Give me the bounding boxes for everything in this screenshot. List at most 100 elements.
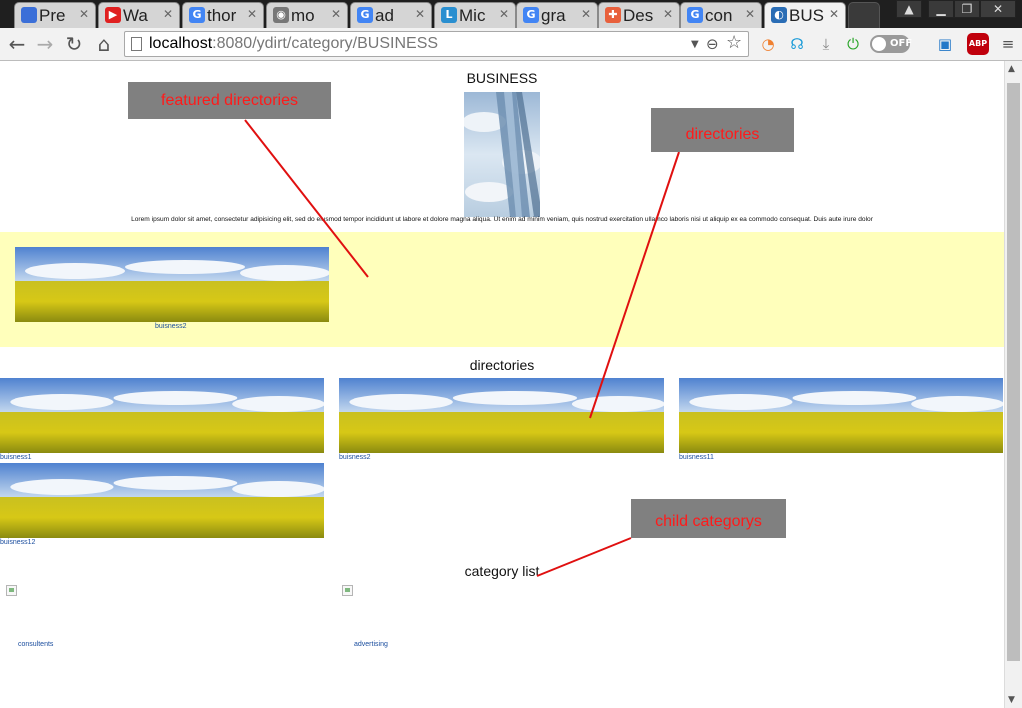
tab-favicon-icon: ✚ xyxy=(605,7,621,23)
menu-icon[interactable]: ≡ xyxy=(997,33,1019,55)
browser-tab[interactable]: L Mic ✕ xyxy=(434,2,516,28)
tab-favicon-icon: G xyxy=(687,7,703,23)
annotation-directories: directories xyxy=(651,108,794,152)
restore-button[interactable]: ❐ xyxy=(954,0,980,18)
tab-favicon-icon: ◐ xyxy=(771,7,787,23)
extension-window-icon[interactable]: ▣ xyxy=(934,33,956,55)
browser-tab[interactable]: G thor ✕ xyxy=(182,2,264,28)
browser-tab[interactable]: G con ✕ xyxy=(680,2,762,28)
tab-title: Pre xyxy=(39,6,66,25)
close-tab-icon[interactable]: ✕ xyxy=(247,7,257,21)
url-text: localhost:8080/ydirt/category/BUSINESS xyxy=(149,35,438,53)
featured-directory-image[interactable] xyxy=(15,247,329,322)
close-tab-icon[interactable]: ✕ xyxy=(331,7,341,21)
annotation-featured-directories: featured directories xyxy=(128,82,331,119)
directory-link[interactable]: buisness12 xyxy=(0,539,35,546)
close-tab-icon[interactable]: ✕ xyxy=(829,7,839,21)
browser-tab[interactable]: ▶ Wa ✕ xyxy=(98,2,180,28)
tab-title: ad xyxy=(375,6,394,25)
directory-image[interactable] xyxy=(339,378,664,453)
rapeseed-field-photo xyxy=(0,463,324,538)
extension-c-icon[interactable]: ◔ xyxy=(757,33,779,55)
rapeseed-field-photo xyxy=(679,378,1003,453)
broken-image-icon[interactable] xyxy=(6,585,17,596)
toggle-label: OFF xyxy=(890,38,913,49)
tab-title: thor xyxy=(207,6,237,25)
browser-tab[interactable]: ◉ mo ✕ xyxy=(266,2,348,28)
tab-favicon-icon xyxy=(21,7,37,23)
headphones-icon[interactable]: ☊ xyxy=(786,33,808,55)
close-tab-icon[interactable]: ✕ xyxy=(581,7,591,21)
dropdown-arrow-icon[interactable]: ▼ xyxy=(691,39,699,50)
browser-tab[interactable]: Pre ✕ xyxy=(14,2,96,28)
bookmark-star-icon[interactable]: ☆ xyxy=(726,32,742,53)
reload-icon[interactable]: ↻ xyxy=(62,32,86,56)
page-icon xyxy=(131,37,142,51)
browser-tab[interactable]: ✚ Des ✕ xyxy=(598,2,680,28)
directory-image[interactable] xyxy=(0,378,324,453)
tab-favicon-icon: G xyxy=(189,7,205,23)
forward-arrow-icon[interactable]: → xyxy=(33,32,57,56)
close-window-button[interactable]: ✕ xyxy=(980,0,1016,18)
home-icon[interactable]: ⌂ xyxy=(92,32,116,56)
directory-image[interactable] xyxy=(679,378,1003,453)
close-tab-icon[interactable]: ✕ xyxy=(499,7,509,21)
scroll-down-arrow-icon[interactable]: ▼ xyxy=(1008,695,1015,705)
rapeseed-field-photo xyxy=(15,247,329,322)
new-tab-button[interactable] xyxy=(848,2,880,28)
browser-tab[interactable]: G gra ✕ xyxy=(516,2,598,28)
tab-title: gra xyxy=(541,6,566,25)
category-image xyxy=(464,92,540,217)
directory-link[interactable]: buisness1 xyxy=(0,454,32,461)
tab-favicon-icon: ◉ xyxy=(273,7,289,23)
tab-title: mo xyxy=(291,6,315,25)
tab-title: BUS xyxy=(789,6,824,25)
rapeseed-field-photo xyxy=(0,378,324,453)
page-viewport: BUSINESS Lorem ipsum dolor sit amet, con… xyxy=(0,61,1004,708)
scroll-up-arrow-icon[interactable]: ▲ xyxy=(1008,64,1015,74)
category-description: Lorem ipsum dolor sit amet, consectetur … xyxy=(131,216,873,223)
zoom-icon[interactable]: ⊖ xyxy=(706,35,719,53)
browser-tab-active[interactable]: ◐ BUS ✕ xyxy=(764,2,846,28)
directory-link[interactable]: buisness11 xyxy=(679,454,714,461)
close-tab-icon[interactable]: ✕ xyxy=(79,7,89,21)
close-tab-icon[interactable]: ✕ xyxy=(163,7,173,21)
back-arrow-icon[interactable]: ← xyxy=(5,32,29,56)
power-icon[interactable]: ⏻ xyxy=(842,33,864,55)
rapeseed-field-photo xyxy=(339,378,664,453)
vertical-scrollbar[interactable]: ▲ ▼ xyxy=(1004,61,1022,708)
close-tab-icon[interactable]: ✕ xyxy=(415,7,425,21)
url-path: :8080/ydirt/category/BUSINESS xyxy=(212,35,439,52)
tab-favicon-icon: G xyxy=(523,7,539,23)
tab-title: Des xyxy=(623,6,654,25)
child-category-link[interactable]: consultents xyxy=(18,641,53,648)
address-bar[interactable]: localhost:8080/ydirt/category/BUSINESS ▼… xyxy=(124,31,749,57)
profile-icon[interactable]: ▲ xyxy=(896,0,922,18)
annotation-child-categories: child categorys xyxy=(631,499,786,538)
broken-image-icon[interactable] xyxy=(342,585,353,596)
tab-title: con xyxy=(705,6,733,25)
close-tab-icon[interactable]: ✕ xyxy=(745,7,755,21)
adblock-plus-icon[interactable]: ABP xyxy=(967,33,989,55)
tab-title: Wa xyxy=(123,6,148,25)
featured-directory-link[interactable]: buisness2 xyxy=(155,323,187,330)
tab-favicon-icon: L xyxy=(441,7,457,23)
directory-link[interactable]: buisness2 xyxy=(339,454,371,461)
tab-strip: Pre ✕ ▶ Wa ✕ G thor ✕ ◉ mo ✕ G ad ✕ L Mi… xyxy=(0,0,1022,28)
download-icon[interactable]: ⤓ xyxy=(815,33,837,55)
minimize-button[interactable]: ▁ xyxy=(928,0,954,18)
directory-image[interactable] xyxy=(0,463,324,538)
browser-tab[interactable]: G ad ✕ xyxy=(350,2,432,28)
browser-toolbar: ← → ↻ ⌂ localhost:8080/ydirt/category/BU… xyxy=(0,28,1022,61)
category-list-heading: category list xyxy=(464,563,540,579)
tab-title: Mic xyxy=(459,6,486,25)
child-category-link[interactable]: advertising xyxy=(354,641,388,648)
tab-favicon-icon: G xyxy=(357,7,373,23)
url-host: localhost xyxy=(149,35,213,52)
scrollbar-thumb[interactable] xyxy=(1007,83,1020,661)
skyscraper-photo xyxy=(464,92,540,217)
featured-directories-section: buisness2 xyxy=(0,232,1004,347)
close-tab-icon[interactable]: ✕ xyxy=(663,7,673,21)
directories-heading: directories xyxy=(469,357,535,373)
off-toggle[interactable]: OFF xyxy=(870,35,913,53)
